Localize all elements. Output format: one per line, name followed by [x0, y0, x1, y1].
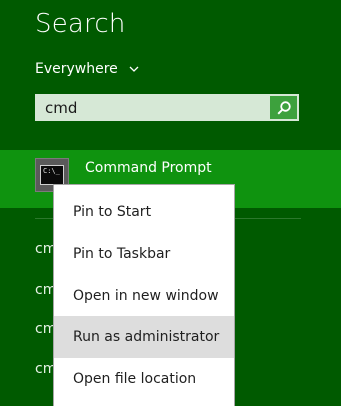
chevron-down-icon	[129, 66, 139, 72]
menu-item-pin-to-start[interactable]: Pin to Start	[54, 191, 234, 233]
search-button[interactable]	[270, 96, 297, 119]
menu-item-run-as-administrator[interactable]: Run as administrator	[54, 316, 234, 358]
search-title: Search	[35, 9, 126, 39]
search-scope-label: Everywhere	[35, 61, 118, 77]
command-prompt-icon-text: C:\_	[40, 165, 64, 185]
search-box	[35, 94, 299, 121]
search-icon	[276, 100, 291, 115]
search-input[interactable]	[35, 94, 267, 121]
menu-item-open-file-location[interactable]: Open file location	[54, 358, 234, 400]
context-menu: Pin to Start Pin to Taskbar Open in new …	[53, 184, 235, 406]
search-scope-dropdown[interactable]: Everywhere	[35, 61, 140, 77]
menu-item-open-in-new-window[interactable]: Open in new window	[54, 275, 234, 317]
menu-item-pin-to-taskbar[interactable]: Pin to Taskbar	[54, 233, 234, 275]
result-label-command-prompt: Command Prompt	[85, 160, 212, 176]
